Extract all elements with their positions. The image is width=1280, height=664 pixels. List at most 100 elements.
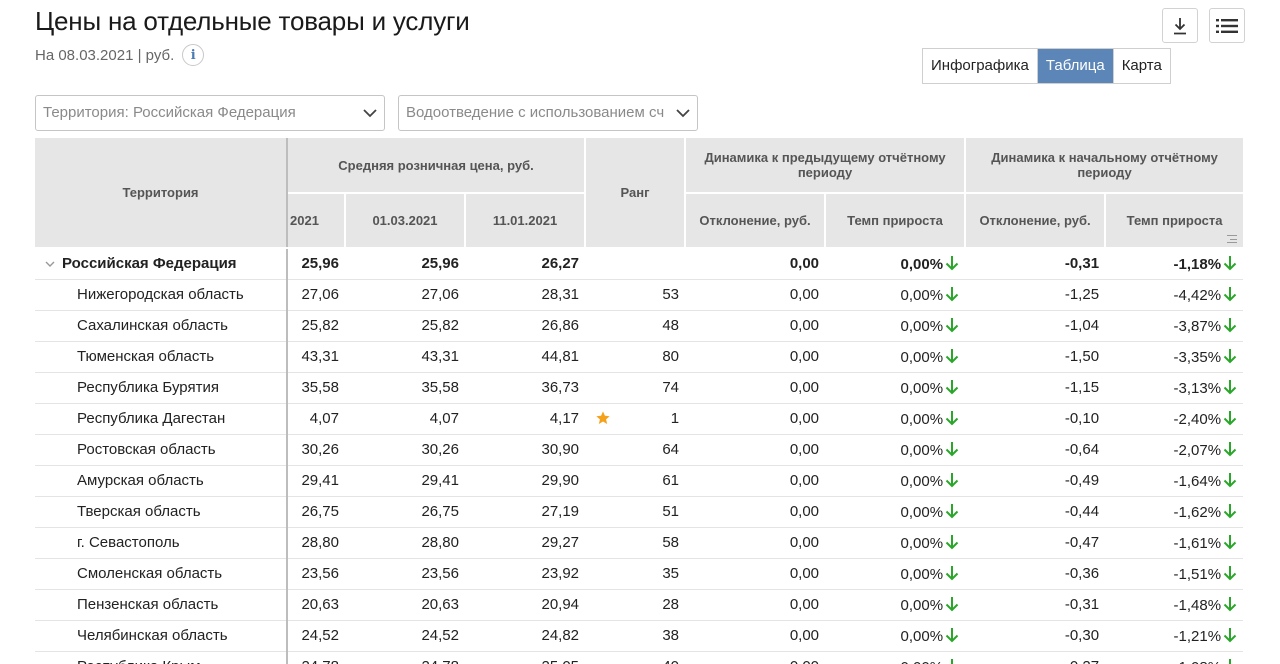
cell-deviation-prev: 0,00: [685, 465, 826, 497]
info-icon[interactable]: i: [182, 44, 205, 66]
cell-deviation-start: -0,31: [965, 248, 1106, 280]
rate-prev-value: 0,00%: [900, 317, 944, 335]
arrow-down-icon: [1223, 472, 1237, 487]
cell-price-1: 20,63: [287, 589, 345, 621]
cell-price-1: 24,52: [287, 620, 345, 652]
cell-territory: Нижегородская область: [35, 279, 288, 311]
rate-prev-value: 0,00%: [900, 565, 944, 583]
cell-rate-start: -2,07%: [1105, 434, 1243, 466]
cell-price-1: 27,06: [287, 279, 345, 311]
arrow-down-icon: [945, 472, 959, 487]
cell-territory: Смоленская область: [35, 558, 288, 590]
cell-deviation-prev: 0,00: [685, 310, 826, 342]
table-row[interactable]: Тверская область 26,75 26,75 27,19 51 0,00 0,0…: [35, 496, 1243, 528]
collapse-caret-icon[interactable]: [45, 260, 55, 268]
cell-price-1: 43,31: [287, 341, 345, 373]
cell-price-1: 28,80: [287, 527, 345, 559]
table-row[interactable]: Амурская область 29,41 29,41 29,90 61 0,00 0,0…: [35, 465, 1243, 497]
arrow-down-icon: [1223, 410, 1237, 425]
cell-rank: 51: [585, 496, 686, 528]
cell-rate-start: -3,13%: [1105, 372, 1243, 404]
cell-deviation-start: -0,30: [965, 620, 1106, 652]
cell-price-2: 27,06: [345, 279, 465, 311]
cell-deviation-prev: 0,00: [685, 651, 826, 664]
cell-rate-start: -1,61%: [1105, 527, 1243, 559]
cell-deviation-start: -0,36: [965, 558, 1106, 590]
download-button[interactable]: [1162, 8, 1198, 43]
header-date-2[interactable]: 01.03.2021: [345, 193, 466, 249]
territory-name: Республика Бурятия: [77, 379, 219, 396]
cell-rate-prev: 0,00%: [825, 248, 966, 280]
cell-rate-prev: 0,00%: [825, 372, 966, 404]
territory-name: Российская Федерация: [62, 255, 237, 273]
table-row[interactable]: г. Севастополь 28,80 28,80 29,27 58 0,00 0,00%…: [35, 527, 1243, 559]
table-row[interactable]: Тюменская область 43,31 43,31 44,81 80 0,00 0,…: [35, 341, 1243, 373]
tab-table[interactable]: Таблица: [1037, 49, 1114, 83]
rank-value: 51: [662, 503, 680, 520]
header-rate-prev[interactable]: Темп прироста: [825, 193, 967, 249]
cell-rate-prev: 0,00%: [825, 620, 966, 652]
arrow-down-icon: [1223, 596, 1237, 611]
cell-rate-start: -3,87%: [1105, 310, 1243, 342]
territory-select[interactable]: Территория: Российская Федерация: [35, 95, 385, 131]
column-resize-icon[interactable]: [1227, 235, 1238, 243]
arrow-down-icon: [945, 255, 959, 271]
cell-deviation-start: -1,15: [965, 372, 1106, 404]
cell-rank: 1: [585, 403, 686, 435]
cell-deviation-start: -0,64: [965, 434, 1106, 466]
arrow-down-icon: [945, 348, 959, 363]
tab-map[interactable]: Карта: [1113, 49, 1170, 83]
cell-territory: Челябинская область: [35, 620, 288, 652]
table-row[interactable]: Республика Бурятия 35,58 35,58 36,73 74 0,00 0…: [35, 372, 1243, 404]
tab-infographic[interactable]: Инфографика: [923, 49, 1038, 83]
table-row[interactable]: Сахалинская область 25,82 25,82 26,86 48 0,00…: [35, 310, 1243, 342]
header-date-3[interactable]: 11.01.2021: [465, 193, 587, 249]
cell-rate-prev: 0,00%: [825, 589, 966, 621]
header-territory[interactable]: Территория: [35, 138, 288, 249]
header-rate-start-label: Темп прироста: [1126, 213, 1223, 228]
cell-deviation-start: -1,50: [965, 341, 1106, 373]
cell-price-1: 24,78: [287, 651, 345, 664]
cell-price-2: 43,31: [345, 341, 465, 373]
table-row[interactable]: Смоленская область 23,56 23,56 23,92 35 0,00 0…: [35, 558, 1243, 590]
rate-start-value: -1,64%: [1173, 472, 1222, 490]
prices-table: Территория Средняя розничная цена, руб. …: [35, 138, 1243, 664]
list-icon: [1216, 18, 1238, 33]
table-row[interactable]: Республика Крым24,7824,7825,05400,000,00…: [35, 651, 1243, 664]
cell-price-3: 27,19: [465, 496, 586, 528]
table-row[interactable]: Челябинская область 24,52 24,52 24,82 38 0,00…: [35, 620, 1243, 652]
cell-deviation-prev: 0,00: [685, 403, 826, 435]
cell-rank: 48: [585, 310, 686, 342]
arrow-down-icon: [1223, 286, 1237, 301]
item-select[interactable]: Водоотведение с использованием сч: [398, 95, 698, 131]
rate-start-value: -3,13%: [1173, 379, 1222, 397]
rank-value: 40: [662, 658, 679, 664]
header-deviation-prev[interactable]: Отклонение, руб.: [685, 193, 827, 249]
territory-name: Тверская область: [77, 503, 201, 520]
cell-price-3: 29,90: [465, 465, 586, 497]
table-row[interactable]: Ростовская область 30,26 30,26 30,90 64 0,00 0…: [35, 434, 1243, 466]
cell-price-3: 25,05: [465, 651, 586, 664]
cell-deviation-prev: 0,00: [685, 620, 826, 652]
table-row-total[interactable]: Российская Федерация 25,96 25,96 26,27 0,00 0…: [35, 248, 1243, 280]
cell-price-3: 28,31: [465, 279, 586, 311]
header-rate-start[interactable]: Темп прироста: [1105, 193, 1243, 249]
table-row[interactable]: Республика Дагестан 4,07 4,07 4,17 1 0,00 0,00…: [35, 403, 1243, 435]
table-row[interactable]: Пензенская область 20,63 20,63 20,94 28 0,00 0…: [35, 589, 1243, 621]
cell-deviation-start: -1,25: [965, 279, 1106, 311]
header-rank[interactable]: Ранг: [585, 138, 687, 249]
arrow-down-icon: [945, 503, 959, 518]
header-date-1[interactable]: 2021: [287, 193, 346, 249]
rate-prev-value: 0,00%: [900, 410, 944, 428]
territory-name: Амурская область: [77, 472, 204, 489]
cell-rate-prev: 0,00%: [825, 527, 966, 559]
header-deviation-start[interactable]: Отклонение, руб.: [965, 193, 1107, 249]
list-view-button[interactable]: [1209, 8, 1245, 43]
cell-rank: 74: [585, 372, 686, 404]
rank-value: 80: [662, 348, 680, 365]
cell-price-3: 4,17: [465, 403, 586, 435]
table-row[interactable]: Нижегородская область 27,06 27,06 28,31 53 0,…: [35, 279, 1243, 311]
territory-name: Нижегородская область: [77, 286, 244, 303]
page-title: Цены на отдельные товары и услуги: [35, 6, 470, 36]
cell-deviation-start: -0,47: [965, 527, 1106, 559]
